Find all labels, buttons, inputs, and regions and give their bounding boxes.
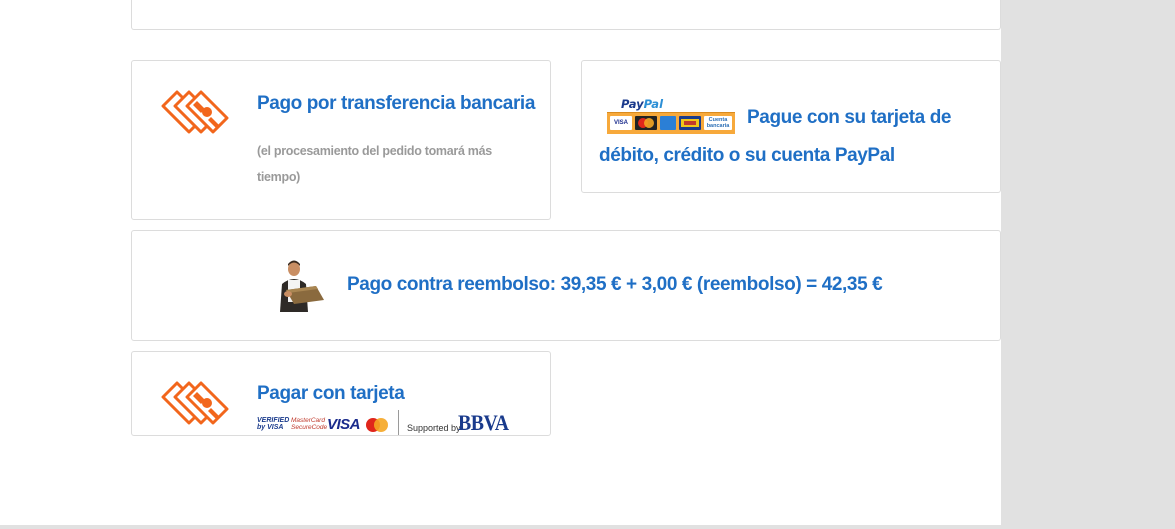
- bbva-logo: BBVA: [458, 410, 509, 435]
- checkout-page: Pago por transferencia bancaria (el proc…: [0, 0, 1001, 525]
- money-bills-icon: [161, 380, 231, 433]
- brands-divider: [398, 410, 399, 435]
- bank-transfer-title: Pago por transferencia bancaria: [257, 93, 535, 114]
- right-sidebar: [1001, 0, 1175, 529]
- verified-by-visa-logo: VERIFIED by VISA: [257, 417, 290, 431]
- bank-transfer-note: (el procesamiento del pedido tomará más …: [257, 144, 492, 184]
- delivery-man-icon: [272, 260, 328, 317]
- cash-on-delivery-title: Pago contra reembolso: 39,35 € + 3,00 € …: [347, 274, 883, 295]
- visa-logo: VISA: [327, 416, 361, 433]
- mastercard-logo: [365, 417, 389, 435]
- payment-option-paypal[interactable]: PayPal VISA Cuenta bancaria Pague con su…: [581, 60, 1001, 193]
- payment-option-card[interactable]: Pagar con tarjeta VERIFIED by VISA Maste…: [131, 351, 551, 436]
- payment-option-bank-transfer[interactable]: Pago por transferencia bancaria (el proc…: [131, 60, 551, 220]
- paypal-title: Pague con su tarjeta de débito, crédito …: [599, 107, 952, 166]
- mastercard-securecode-logo: MasterCard SecureCode: [291, 417, 328, 431]
- previous-section-box: [131, 0, 1001, 30]
- supported-by-label: Supported by: [407, 423, 461, 433]
- card-brands-row: VERIFIED by VISA MasterCard SecureCode V…: [257, 408, 517, 435]
- card-payment-title: Pagar con tarjeta: [257, 383, 405, 404]
- payment-option-cash-on-delivery[interactable]: Pago contra reembolso: 39,35 € + 3,00 € …: [131, 230, 1001, 341]
- money-bills-icon: [161, 89, 231, 142]
